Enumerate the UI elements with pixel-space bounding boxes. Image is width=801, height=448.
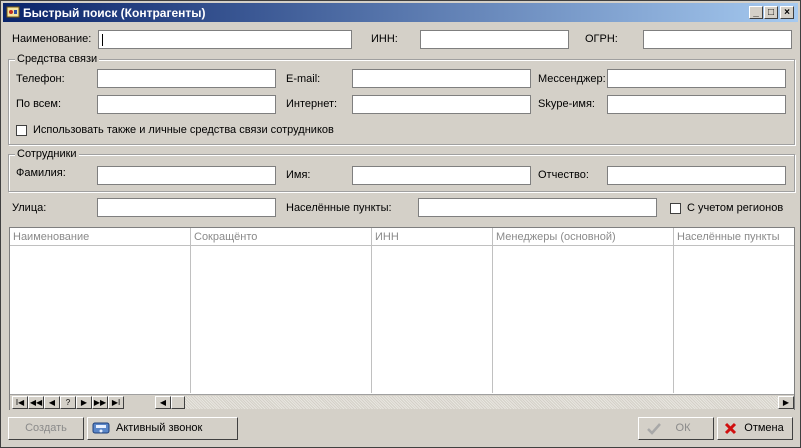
- phone-label: Телефон:: [16, 73, 65, 85]
- contacts-group-label: Средства связи: [15, 53, 100, 65]
- any-contact-label: По всем:: [16, 98, 62, 110]
- column-header-managers[interactable]: Менеджеры (основной): [493, 228, 674, 245]
- app-icon: [6, 6, 20, 18]
- horizontal-scroll-track[interactable]: [185, 396, 778, 409]
- column-header-name[interactable]: Наименование: [10, 228, 191, 245]
- grid-header: Наименование Сокращёнто ИНН Менеджеры (о…: [10, 228, 794, 246]
- horizontal-scroll-thumb[interactable]: [171, 396, 185, 409]
- first-record-button[interactable]: I◀: [12, 396, 28, 409]
- regions-label: С учетом регионов: [687, 202, 784, 214]
- firstname-label: Имя:: [286, 169, 311, 181]
- street-input[interactable]: [97, 198, 276, 217]
- settlements-label: Населённые пункты:: [286, 202, 392, 214]
- column-divider: [371, 245, 372, 393]
- prev-page-button[interactable]: ◀◀: [28, 396, 44, 409]
- cancel-x-icon: [724, 422, 737, 435]
- active-call-label: Активный звонок: [116, 422, 203, 434]
- ok-label: ОК: [675, 422, 691, 434]
- active-call-button[interactable]: Активный звонок: [87, 417, 238, 440]
- email-label: E-mail:: [286, 73, 321, 85]
- create-button[interactable]: Создать: [8, 417, 84, 440]
- patronymic-input[interactable]: [607, 166, 786, 185]
- column-divider: [190, 245, 191, 393]
- results-grid[interactable]: Наименование Сокращёнто ИНН Менеджеры (о…: [9, 227, 795, 410]
- inn-input[interactable]: [420, 30, 569, 49]
- internet-label: Интернет:: [286, 98, 338, 110]
- prev-record-button[interactable]: ◀: [44, 396, 60, 409]
- ok-button[interactable]: ОК: [638, 417, 714, 440]
- column-header-short-name[interactable]: Сокращёнто: [191, 228, 372, 245]
- scroll-right-arrow-icon[interactable]: ▶: [778, 396, 794, 409]
- next-record-button[interactable]: ▶: [76, 396, 92, 409]
- quick-search-window: Быстрый поиск (Контрагенты) _ □ × Наимен…: [0, 0, 801, 448]
- ogrn-label: ОГРН:: [585, 33, 618, 45]
- check-icon: [647, 423, 661, 435]
- skype-label: Skype-имя:: [538, 98, 595, 110]
- column-divider: [673, 245, 674, 393]
- settlements-input[interactable]: [418, 198, 657, 217]
- also-personal-label: Использовать также и личные средства свя…: [33, 124, 334, 136]
- inn-label: ИНН:: [371, 33, 398, 45]
- cancel-button[interactable]: Отмена: [717, 417, 793, 440]
- column-divider: [492, 245, 493, 393]
- column-header-settlements[interactable]: Населённые пункты: [674, 228, 794, 245]
- grid-navigation-bar: I◀ ◀◀ ◀ ? ▶ ▶▶ ▶I ◀ ▶: [10, 394, 794, 410]
- column-header-inn[interactable]: ИНН: [372, 228, 493, 245]
- surname-input[interactable]: [97, 166, 276, 185]
- maximize-button[interactable]: □: [764, 6, 778, 19]
- cancel-label: Отмена: [744, 422, 784, 434]
- name-input[interactable]: [98, 30, 352, 49]
- any-contact-input[interactable]: [97, 95, 276, 114]
- phone-input[interactable]: [97, 69, 276, 88]
- patronymic-label: Отчество:: [538, 169, 589, 181]
- regions-checkbox[interactable]: [670, 203, 681, 214]
- skype-input[interactable]: [607, 95, 786, 114]
- title-bar: Быстрый поиск (Контрагенты) _ □ ×: [3, 3, 798, 22]
- last-record-button[interactable]: ▶I: [108, 396, 124, 409]
- ogrn-input[interactable]: [643, 30, 792, 49]
- minimize-button[interactable]: _: [749, 6, 763, 19]
- email-input[interactable]: [352, 69, 531, 88]
- scroll-left-arrow-icon[interactable]: ◀: [155, 396, 171, 409]
- next-page-button[interactable]: ▶▶: [92, 396, 108, 409]
- street-label: Улица:: [12, 202, 47, 214]
- employees-group-label: Сотрудники: [15, 148, 79, 160]
- messenger-label: Мессенджер:: [538, 73, 606, 85]
- find-record-button[interactable]: ?: [60, 396, 76, 409]
- firstname-input[interactable]: [352, 166, 531, 185]
- close-button[interactable]: ×: [780, 6, 794, 19]
- name-label: Наименование:: [12, 33, 92, 45]
- internet-input[interactable]: [352, 95, 531, 114]
- window-title: Быстрый поиск (Контрагенты): [23, 6, 206, 20]
- surname-label: Фамилия:: [16, 167, 66, 179]
- phone-icon: [92, 422, 110, 434]
- messenger-input[interactable]: [607, 69, 786, 88]
- also-personal-checkbox[interactable]: [16, 125, 27, 136]
